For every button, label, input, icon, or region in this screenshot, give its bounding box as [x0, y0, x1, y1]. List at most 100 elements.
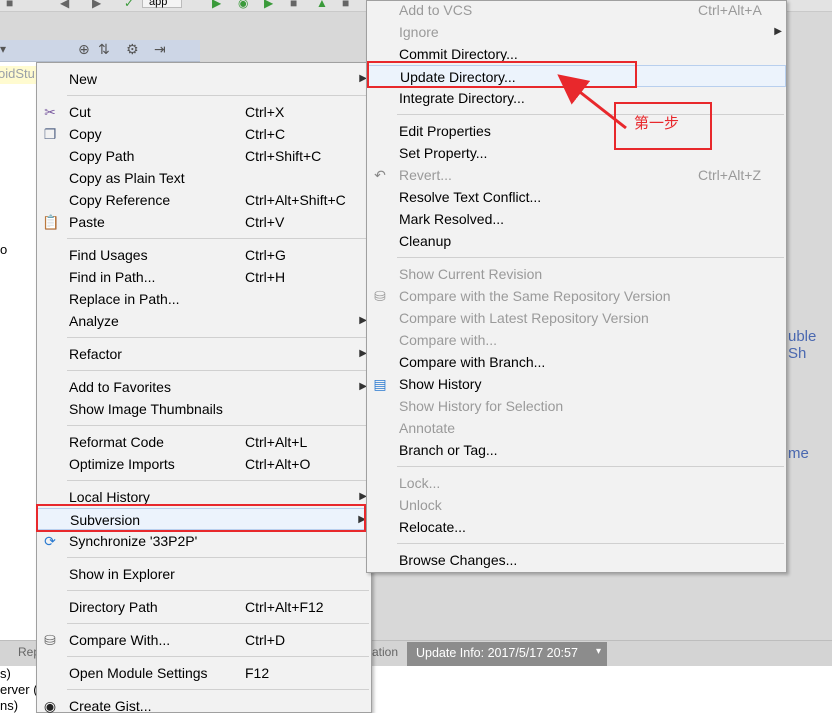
- profile-icon[interactable]: ▲: [316, 0, 328, 10]
- menu-item-label: Compare With...: [69, 632, 171, 648]
- menu-item-show-image-thumbnails[interactable]: Show Image Thumbnails: [37, 398, 371, 420]
- menu-item-show-in-explorer[interactable]: Show in Explorer: [37, 563, 371, 585]
- bottom-tab-ation[interactable]: ation: [372, 645, 398, 659]
- menu-item-find-in-path[interactable]: Find in Path... Ctrl+H: [37, 266, 371, 288]
- menu-item-label: Browse Changes...: [399, 552, 518, 568]
- menu-item-refactor[interactable]: Refactor ▶: [37, 343, 371, 365]
- svn-item-revert[interactable]: ↶ Revert... Ctrl+Alt+Z: [367, 164, 786, 186]
- stop-icon[interactable]: ■: [342, 0, 349, 10]
- svn-item-edit-properties[interactable]: Edit Properties: [367, 120, 786, 142]
- menu-item-shortcut: Ctrl+D: [245, 632, 286, 648]
- menu-item-cut[interactable]: ✂ Cut Ctrl+X: [37, 101, 371, 123]
- svn-item-show-history[interactable]: ▤ Show History: [367, 373, 786, 395]
- svn-item-add-to-vcs[interactable]: Add to VCS Ctrl+Alt+A: [367, 0, 786, 21]
- run-config-select[interactable]: app: [142, 0, 183, 8]
- svn-item-set-property[interactable]: Set Property...: [367, 142, 786, 164]
- menu-separator: [67, 689, 369, 690]
- dropdown-arrow-icon[interactable]: ▾: [0, 42, 6, 56]
- menu-item-copy-plain-text[interactable]: Copy as Plain Text: [37, 167, 371, 189]
- step-note-label: 第一步: [634, 114, 680, 132]
- svn-item-lock[interactable]: Lock...: [367, 472, 786, 494]
- svn-item-compare-with[interactable]: Compare with...: [367, 329, 786, 351]
- svn-item-annotate[interactable]: Annotate: [367, 417, 786, 439]
- menu-item-label: Integrate Directory...: [399, 90, 525, 106]
- menu-separator: [397, 543, 784, 544]
- menu-item-label: Add to Favorites: [69, 379, 171, 395]
- project-tree: [0, 62, 40, 640]
- menu-item-open-module-settings[interactable]: Open Module Settings F12: [37, 662, 371, 684]
- svn-item-integrate-directory[interactable]: Integrate Directory...: [367, 87, 786, 109]
- svn-item-mark-resolved[interactable]: Mark Resolved...: [367, 208, 786, 230]
- attach-icon[interactable]: ▶: [264, 0, 273, 10]
- menu-item-label: Copy: [69, 126, 102, 142]
- svn-item-cleanup[interactable]: Cleanup: [367, 230, 786, 252]
- chevron-down-icon[interactable]: ▾: [596, 646, 601, 657]
- menu-item-shortcut: Ctrl+Alt+O: [245, 456, 311, 472]
- menu-item-copy-path[interactable]: Copy Path Ctrl+Shift+C: [37, 145, 371, 167]
- menu-item-synchronize[interactable]: ⟳ Synchronize '33P2P': [37, 530, 371, 552]
- menu-item-label: Analyze: [69, 313, 119, 329]
- svn-item-show-history-selection[interactable]: Show History for Selection: [367, 395, 786, 417]
- menu-separator: [67, 337, 369, 338]
- menu-item-replace-in-path[interactable]: Replace in Path...: [37, 288, 371, 310]
- menu-item-label: Refactor: [69, 346, 122, 362]
- tool-button-icon[interactable]: ■: [6, 0, 13, 10]
- svn-item-show-current-revision[interactable]: Show Current Revision: [367, 263, 786, 285]
- update-info-tab[interactable]: Update Info: 2017/5/17 20:57 ▾: [407, 642, 607, 666]
- svn-item-relocate[interactable]: Relocate...: [367, 516, 786, 538]
- svn-item-unlock[interactable]: Unlock: [367, 494, 786, 516]
- copy-icon: ❐: [43, 126, 57, 142]
- menu-item-label: Compare with Branch...: [399, 354, 546, 370]
- forward-arrow-icon[interactable]: ▶: [92, 0, 101, 10]
- menu-item-shortcut: Ctrl+X: [245, 104, 285, 120]
- menu-separator: [67, 656, 369, 657]
- menu-item-directory-path[interactable]: Directory Path Ctrl+Alt+F12: [37, 596, 371, 618]
- back-arrow-icon[interactable]: ◀: [60, 0, 69, 10]
- svn-item-resolve-text-conflict[interactable]: Resolve Text Conflict...: [367, 186, 786, 208]
- build-icon[interactable]: ✓: [124, 0, 134, 10]
- svn-item-branch-or-tag[interactable]: Branch or Tag...: [367, 439, 786, 461]
- target-icon[interactable]: ⊕: [78, 41, 90, 58]
- debug-icon[interactable]: ◉: [238, 0, 248, 10]
- menu-item-create-gist[interactable]: ◉ Create Gist...: [37, 695, 371, 713]
- menu-item-copy-reference[interactable]: Copy Reference Ctrl+Alt+Shift+C: [37, 189, 371, 211]
- menu-separator: [67, 623, 369, 624]
- menu-item-paste[interactable]: 📋 Paste Ctrl+V: [37, 211, 371, 233]
- menu-item-shortcut: Ctrl+Shift+C: [245, 148, 322, 164]
- svn-item-browse-changes[interactable]: Browse Changes...: [367, 549, 786, 571]
- coverage-icon[interactable]: ■: [290, 0, 297, 10]
- menu-item-label: Show Current Revision: [399, 266, 543, 282]
- compare-icon: ⛁: [44, 632, 56, 648]
- menu-separator: [67, 370, 369, 371]
- svn-item-compare-latest-repo[interactable]: Compare with Latest Repository Version: [367, 307, 786, 329]
- menu-item-copy[interactable]: ❐ Copy Ctrl+C: [37, 123, 371, 145]
- menu-item-analyze[interactable]: Analyze ▶: [37, 310, 371, 332]
- menu-separator: [67, 238, 369, 239]
- menu-item-shortcut: Ctrl+G: [245, 247, 286, 263]
- menu-item-compare-with[interactable]: ⛁ Compare With... Ctrl+D: [37, 629, 371, 651]
- project-tree-item[interactable]: oidStu: [0, 66, 35, 81]
- run-icon[interactable]: ▶: [212, 0, 221, 10]
- menu-item-label: Lock...: [399, 475, 441, 491]
- editor-hint-text-2: me: [788, 445, 809, 462]
- project-context-menu: New ▶ ✂ Cut Ctrl+X ❐ Copy Ctrl+C Copy Pa…: [36, 62, 372, 713]
- collapse-icon[interactable]: ⇅: [98, 41, 110, 58]
- menu-item-reformat-code[interactable]: Reformat Code Ctrl+Alt+L: [37, 431, 371, 453]
- svn-item-compare-same-repo[interactable]: ⛁ Compare with the Same Repository Versi…: [367, 285, 786, 307]
- svn-item-ignore[interactable]: Ignore ▶: [367, 21, 786, 43]
- menu-item-label: Cleanup: [399, 233, 452, 249]
- menu-item-add-to-favorites[interactable]: Add to Favorites ▶: [37, 376, 371, 398]
- menu-item-optimize-imports[interactable]: Optimize Imports Ctrl+Alt+O: [37, 453, 371, 475]
- menu-item-find-usages[interactable]: Find Usages Ctrl+G: [37, 244, 371, 266]
- svn-item-compare-with-branch[interactable]: Compare with Branch...: [367, 351, 786, 373]
- menu-item-label: Branch or Tag...: [399, 442, 498, 458]
- paste-icon: 📋: [42, 214, 60, 230]
- menu-item-shortcut: Ctrl+V: [245, 214, 285, 230]
- gear-icon[interactable]: ⚙: [126, 41, 139, 58]
- menu-item-label: Directory Path: [69, 599, 158, 615]
- hide-panel-icon[interactable]: ⇥: [154, 41, 166, 58]
- menu-item-label: Mark Resolved...: [399, 211, 505, 227]
- menu-item-label: Annotate: [399, 420, 456, 436]
- menu-item-label: Optimize Imports: [69, 456, 175, 472]
- menu-item-new[interactable]: New ▶: [37, 68, 371, 90]
